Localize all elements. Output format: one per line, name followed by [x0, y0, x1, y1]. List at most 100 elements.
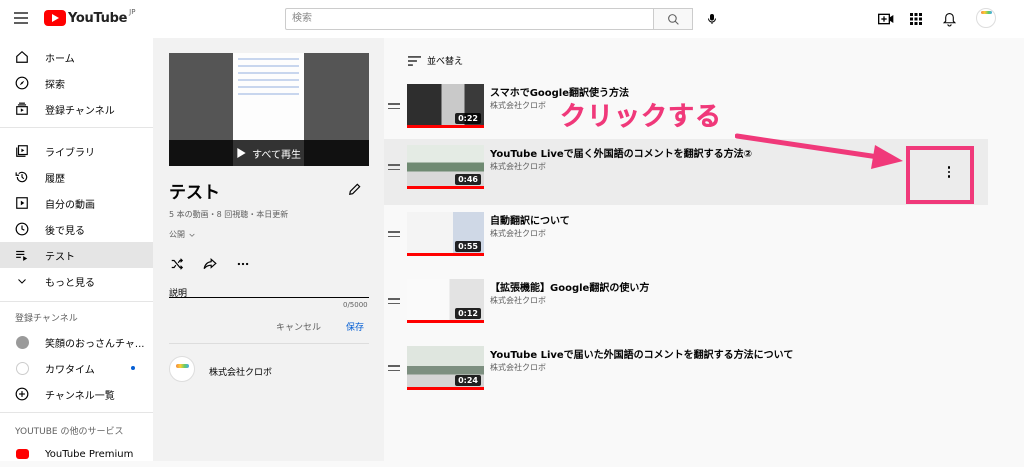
- owner-name[interactable]: 株式会社クロボ: [209, 365, 272, 378]
- sidebar-item-subscriptions[interactable]: 登録チャンネル: [0, 96, 153, 122]
- video-duration: 0:22: [455, 113, 481, 124]
- new-content-dot: [131, 366, 135, 370]
- sidebar-item-your-videos[interactable]: 自分の動画: [0, 190, 153, 216]
- search-icon: [667, 13, 679, 25]
- history-icon: [14, 169, 30, 185]
- sidebar-item-all-channels[interactable]: チャンネル一覧: [0, 381, 153, 407]
- edit-title-button[interactable]: [348, 181, 364, 197]
- channel-avatar: [14, 334, 30, 350]
- playlist-icon: [14, 247, 30, 263]
- drag-handle[interactable]: [388, 298, 400, 307]
- owner-avatar[interactable]: [169, 356, 195, 382]
- save-button[interactable]: 保存: [346, 320, 364, 333]
- create-video-icon: [878, 13, 894, 25]
- video-title[interactable]: YouTube Liveで届く外国語のコメントを翻訳する方法②: [490, 145, 752, 160]
- services-header: YOUTUBE の他のサービス: [15, 427, 124, 437]
- playlist-row[interactable]: 0:24 YouTube Liveで届いた外国語のコメントを翻訳する方法について…: [384, 340, 988, 406]
- account-avatar[interactable]: [976, 8, 996, 28]
- privacy-dropdown[interactable]: 公開: [169, 229, 196, 240]
- video-thumbnail[interactable]: 0:55: [407, 212, 484, 256]
- description-underline: [169, 297, 369, 298]
- drag-handle[interactable]: [388, 103, 400, 112]
- playlist-row[interactable]: 0:12 【拡張機能】Google翻訳の使い方 株式会社クロボ: [384, 273, 988, 339]
- subscriptions-icon: [14, 101, 30, 117]
- search-button[interactable]: [654, 8, 693, 30]
- video-duration: 0:46: [455, 174, 481, 185]
- drag-handle[interactable]: [388, 365, 400, 374]
- add-circle-icon: [14, 386, 30, 402]
- home-icon: [14, 49, 30, 65]
- video-channel[interactable]: 株式会社クロボ: [490, 161, 546, 172]
- playlist-row[interactable]: 0:55 自動翻訳について 株式会社クロボ: [384, 206, 988, 272]
- sidebar-item-youtube-premium[interactable]: YouTube Premium: [0, 441, 153, 467]
- video-duration: 0:12: [455, 308, 481, 319]
- video-thumbnail[interactable]: 0:46: [407, 145, 484, 189]
- video-title[interactable]: YouTube Liveで届いた外国語のコメントを翻訳する方法について: [490, 346, 793, 361]
- video-channel[interactable]: 株式会社クロボ: [490, 362, 546, 373]
- notifications-button[interactable]: [940, 10, 958, 28]
- channel-avatar: [14, 360, 30, 376]
- chevron-down-icon: [188, 233, 195, 237]
- video-thumbnail[interactable]: 0:22: [407, 84, 484, 128]
- apps-button[interactable]: [907, 10, 925, 28]
- annotation-label: クリックする: [560, 102, 723, 133]
- play-all-button[interactable]: すべて再生: [169, 140, 369, 166]
- shuffle-button[interactable]: [169, 256, 185, 272]
- sidebar-divider: [0, 301, 153, 302]
- share-icon: [203, 258, 217, 270]
- watch-progress-bar: [407, 253, 484, 256]
- sidebar-item-channel[interactable]: カワタイム: [0, 355, 153, 381]
- video-duration: 0:24: [455, 375, 481, 386]
- sidebar-item-watch-later[interactable]: 後で見る: [0, 216, 153, 242]
- watch-progress-bar: [407, 387, 484, 390]
- sort-button[interactable]: 並べ替え: [408, 54, 463, 67]
- play-icon: [237, 148, 246, 158]
- notifications-icon: [942, 12, 956, 26]
- drag-handle[interactable]: [388, 164, 400, 173]
- video-channel[interactable]: 株式会社クロボ: [490, 295, 546, 306]
- youtube-premium-icon: [14, 446, 30, 462]
- annotation-arrow: [735, 133, 903, 169]
- pencil-icon: [349, 183, 361, 195]
- youtube-logo[interactable]: YouTube JP: [44, 8, 135, 26]
- playlist-title: テスト: [169, 183, 220, 203]
- youtube-play-icon: [44, 10, 66, 26]
- playlist-thumbnail[interactable]: すべて再生: [169, 53, 369, 166]
- watch-progress-bar: [407, 186, 484, 189]
- watch-progress-bar: [407, 320, 484, 323]
- search-input[interactable]: 検索: [285, 8, 654, 30]
- apps-icon: [910, 13, 922, 25]
- playlist-actions: [169, 256, 251, 272]
- video-thumbnail[interactable]: 0:12: [407, 279, 484, 323]
- sidebar-item-show-more[interactable]: もっと見る: [0, 268, 153, 294]
- video-duration: 0:55: [455, 241, 481, 252]
- sidebar-divider: [0, 412, 153, 413]
- video-title[interactable]: 自動翻訳について: [490, 212, 570, 227]
- sidebar-item-library[interactable]: ライブラリ: [0, 138, 153, 164]
- playlist-stats: 5 本の動画・8 回視聴・本日更新: [169, 210, 289, 219]
- subscriptions-header: 登録チャンネル: [15, 314, 78, 324]
- watch-progress-bar: [407, 125, 484, 128]
- chevron-down-icon: [14, 273, 30, 289]
- video-thumbnail[interactable]: 0:24: [407, 346, 484, 390]
- video-channel[interactable]: 株式会社クロボ: [490, 228, 546, 239]
- video-title[interactable]: 【拡張機能】Google翻訳の使い方: [490, 279, 649, 294]
- watch-later-icon: [14, 221, 30, 237]
- sidebar-item-playlist-test[interactable]: テスト: [0, 242, 153, 268]
- menu-icon[interactable]: [14, 12, 28, 24]
- more-actions-button[interactable]: [235, 256, 251, 272]
- create-video-button[interactable]: [877, 10, 895, 28]
- your-videos-icon: [14, 195, 30, 211]
- sidebar-item-history[interactable]: 履歴: [0, 164, 153, 190]
- sidebar-item-home[interactable]: ホーム: [0, 44, 153, 70]
- cancel-button[interactable]: キャンセル: [276, 320, 321, 333]
- drag-handle[interactable]: [388, 231, 400, 240]
- share-button[interactable]: [202, 256, 218, 272]
- panel-divider: [169, 343, 369, 344]
- mic-button[interactable]: [702, 9, 722, 29]
- description-char-count: 0/5000: [343, 301, 368, 309]
- sidebar-item-explore[interactable]: 探索: [0, 70, 153, 96]
- sidebar-item-channel[interactable]: 笑顔のおっさんチャ...: [0, 329, 153, 355]
- annotation-highlight-box: [906, 146, 974, 204]
- video-channel[interactable]: 株式会社クロボ: [490, 100, 546, 111]
